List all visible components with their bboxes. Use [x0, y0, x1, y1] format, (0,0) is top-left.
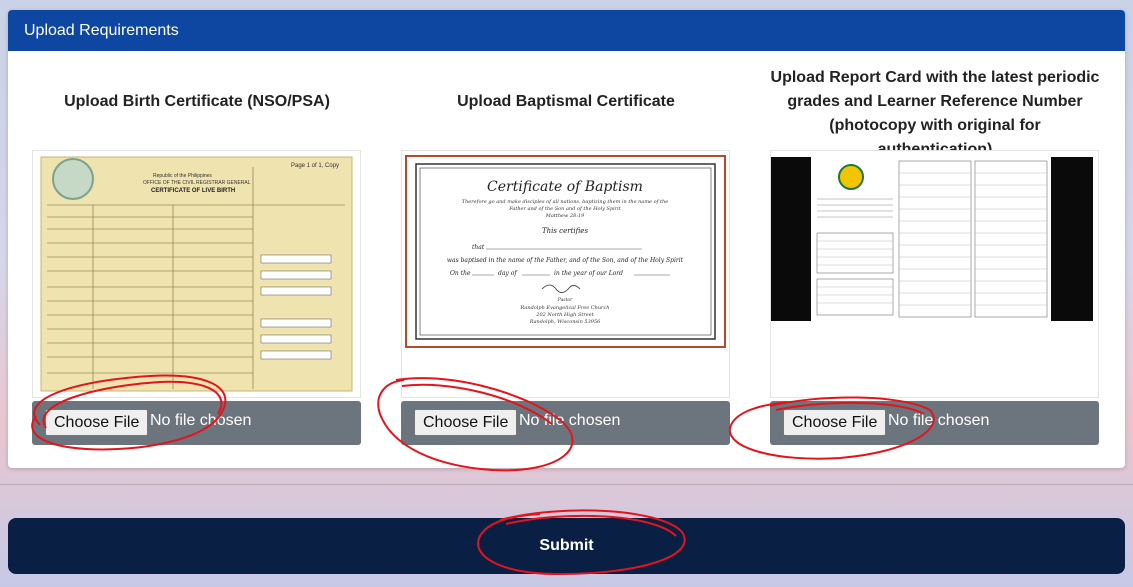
card-header: Upload Requirements — [8, 10, 1125, 51]
upload-requirements-card: Upload Requirements Upload Birth Certifi… — [8, 10, 1125, 468]
divider — [0, 484, 1133, 485]
birth-heading: CERTIFICATE OF LIVE BIRTH — [151, 188, 235, 194]
choose-file-button[interactable]: Choose File — [783, 409, 887, 436]
baptism-statement: was baptised in the name of the Father, … — [447, 257, 684, 264]
baptism-on-the: On the — [450, 270, 471, 277]
baptismal-certificate-preview: Certificate of Baptism Therefore go and … — [401, 150, 730, 398]
birth-certificate-file-input[interactable]: Choose File No file chosen — [32, 401, 361, 445]
choose-file-button[interactable]: Choose File — [45, 409, 149, 436]
baptism-verse-ref: Matthew 28:19 — [545, 213, 585, 219]
baptismal-certificate-file-input[interactable]: Choose File No file chosen — [401, 401, 730, 445]
baptism-that: that — [472, 244, 485, 251]
submit-button[interactable]: Submit — [8, 518, 1125, 574]
baptism-day-of: day of — [498, 270, 518, 277]
report-card-image — [771, 157, 1093, 321]
birth-republic: Republic of the Philippines — [153, 173, 212, 179]
birth-page-label: Page 1 of 1, Copy — [291, 163, 339, 169]
baptism-certifies: This certifies — [542, 227, 589, 235]
baptism-verse-2: Father and of the Son and of the Holy Sp… — [508, 206, 622, 212]
report-card-preview — [770, 150, 1099, 398]
baptismal-certificate-image: Certificate of Baptism Therefore go and … — [405, 155, 726, 348]
report-card-title-line-2: grades and Learner Reference Number — [787, 93, 1083, 110]
baptism-street: 202 North High Street — [535, 312, 594, 318]
baptism-city: Randolph, Wisconsin 53956 — [529, 319, 601, 325]
birth-certificate-preview: Page 1 of 1, Copy Republic of the Philip… — [32, 150, 361, 398]
file-status: No file chosen — [888, 412, 990, 429]
choose-file-button[interactable]: Choose File — [414, 409, 518, 436]
file-status: No file chosen — [519, 412, 621, 429]
baptism-pastor: Pastor — [557, 297, 573, 303]
birth-certificate-image: Page 1 of 1, Copy Republic of the Philip… — [40, 156, 353, 392]
baptism-year: in the year of our Lord — [554, 270, 623, 277]
baptism-church: Randolph Evangelical Free Church — [520, 305, 610, 311]
birth-certificate-title: Upload Birth Certificate (NSO/PSA) — [64, 93, 330, 110]
file-status: No file chosen — [150, 412, 252, 429]
baptism-heading: Certificate of Baptism — [487, 179, 643, 195]
baptismal-certificate-title: Upload Baptismal Certificate — [457, 93, 675, 110]
report-card-file-input[interactable]: Choose File No file chosen — [770, 401, 1099, 445]
birth-office: OFFICE OF THE CIVIL REGISTRAR GENERAL — [143, 180, 251, 186]
baptism-verse-1: Therefore go and make disciples of all n… — [462, 199, 669, 205]
report-card-title-line-1: Upload Report Card with the latest perio… — [770, 69, 1100, 86]
